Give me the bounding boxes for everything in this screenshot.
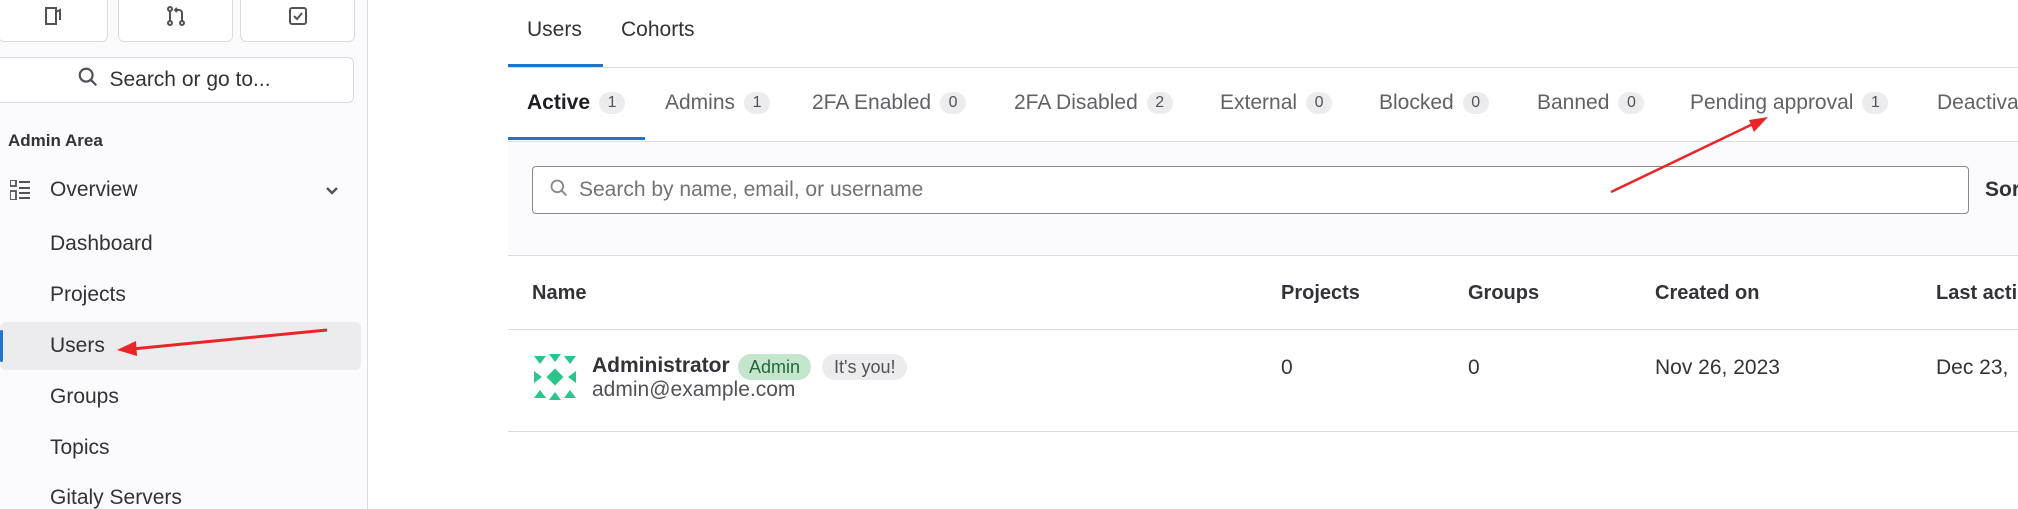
sidebar-item-dashboard[interactable]: Dashboard	[0, 220, 362, 268]
count-badge: 2	[1146, 92, 1173, 114]
section-title: Admin Area	[8, 131, 103, 150]
tab-label: 2FA Enabled	[812, 91, 932, 114]
sidebar-item-label: Users	[50, 334, 105, 357]
tab-label: External	[1220, 91, 1298, 114]
table-row: Administrator Admin It's you! admin@exam…	[508, 330, 2018, 432]
user-last-activity: Dec 23,	[1936, 356, 2009, 379]
user-groups-count: 0	[1468, 356, 1480, 379]
avatar[interactable]	[532, 354, 578, 400]
user-search-input[interactable]	[579, 178, 1959, 202]
sidebar-item-label: Dashboard	[50, 232, 153, 255]
count-badge: 0	[1618, 92, 1645, 114]
tab-label: Banned	[1537, 91, 1610, 114]
sidebar-item-label: Overview	[50, 178, 138, 201]
sidebar-item-groups[interactable]: Groups	[0, 373, 362, 421]
overview-icon	[9, 179, 30, 201]
user-filter-tabs: Active 1 Admins 1 2FA Enabled 0 2FA Disa…	[508, 68, 2018, 142]
sidebar-item-label: Groups	[50, 385, 119, 408]
tab-label: Blocked	[1379, 91, 1454, 114]
column-header-last-activity[interactable]: Last acti	[1936, 282, 2017, 305]
todo-icon	[286, 4, 310, 33]
search-icon	[77, 66, 99, 94]
active-tab-indicator	[508, 137, 645, 140]
tab-deactivated[interactable]: Deactiva	[1937, 91, 2018, 115]
sidebar-item-topics[interactable]: Topics	[0, 424, 362, 472]
sidebar-item-overview[interactable]: Overview	[0, 166, 362, 214]
count-badge: 0	[1462, 92, 1489, 114]
search-icon	[549, 178, 569, 203]
main-content: Users Cohorts Active 1 Admins 1 2FA Enab…	[508, 0, 2018, 509]
top-tabs: Users Cohorts	[508, 0, 2018, 68]
sidebar-item-label: Topics	[50, 436, 110, 459]
active-tab-indicator	[508, 64, 603, 67]
column-header-created[interactable]: Created on	[1655, 282, 1759, 305]
count-badge: 1	[599, 92, 626, 114]
tab-label: Active	[527, 91, 591, 114]
sort-dropdown[interactable]: Sor	[1985, 178, 2018, 202]
users-table-header: Name Projects Groups Created on Last act…	[508, 256, 2018, 330]
tab-external[interactable]: External 0	[1220, 91, 1333, 115]
search-filter-bar: Sor	[508, 142, 2018, 256]
user-name-link[interactable]: Administrator	[592, 354, 730, 378]
sidebar-top-actions	[0, 0, 368, 42]
column-header-projects[interactable]: Projects	[1281, 282, 1360, 305]
count-badge: 0	[1306, 92, 1333, 114]
todo-button[interactable]	[240, 0, 355, 42]
column-header-groups[interactable]: Groups	[1468, 282, 1539, 305]
sidebar-item-gitaly-servers[interactable]: Gitaly Servers	[0, 474, 362, 509]
count-badge: 0	[940, 92, 967, 114]
sidebar-item-projects[interactable]: Projects	[0, 271, 362, 319]
sidebar-item-label: Gitaly Servers	[50, 486, 182, 509]
tab-2fa-disabled[interactable]: 2FA Disabled 2	[1014, 91, 1173, 115]
sidebar: Search or go to... Admin Area Overview D…	[0, 0, 368, 509]
user-email: admin@example.com	[592, 378, 796, 401]
count-badge: 1	[744, 92, 771, 114]
sidebar-item-label: Projects	[50, 283, 126, 306]
tab-admins[interactable]: Admins 1	[665, 91, 771, 115]
column-header-name[interactable]: Name	[532, 282, 586, 305]
sidebar-search-label: Search or go to...	[109, 68, 271, 91]
user-created-date: Nov 26, 2023	[1655, 356, 1780, 379]
admin-badge: Admin	[738, 354, 812, 380]
tab-cohorts[interactable]: Cohorts	[621, 18, 695, 42]
tab-banned[interactable]: Banned 0	[1537, 91, 1645, 115]
sidebar-search-button[interactable]: Search or go to...	[0, 57, 354, 103]
tab-users[interactable]: Users	[527, 18, 582, 42]
tab-label: 2FA Disabled	[1014, 91, 1138, 114]
user-projects-count: 0	[1281, 356, 1293, 379]
merge-requests-button[interactable]	[118, 0, 233, 42]
tab-pending-approval[interactable]: Pending approval 1	[1690, 91, 1889, 115]
its-you-badge: It's you!	[822, 354, 908, 380]
count-badge: 1	[1862, 92, 1889, 114]
tab-2fa-enabled[interactable]: 2FA Enabled 0	[812, 91, 967, 115]
issues-icon	[41, 4, 65, 33]
tab-active[interactable]: Active 1	[527, 91, 626, 115]
user-search-field[interactable]	[532, 166, 1969, 214]
issues-button[interactable]	[0, 0, 108, 42]
tab-label: Pending approval	[1690, 91, 1854, 114]
sidebar-item-users[interactable]: Users	[0, 322, 361, 370]
merge-request-icon	[164, 4, 188, 33]
tab-label: Deactiva	[1937, 91, 2018, 114]
tab-label: Admins	[665, 91, 736, 114]
tab-blocked[interactable]: Blocked 0	[1379, 91, 1489, 115]
